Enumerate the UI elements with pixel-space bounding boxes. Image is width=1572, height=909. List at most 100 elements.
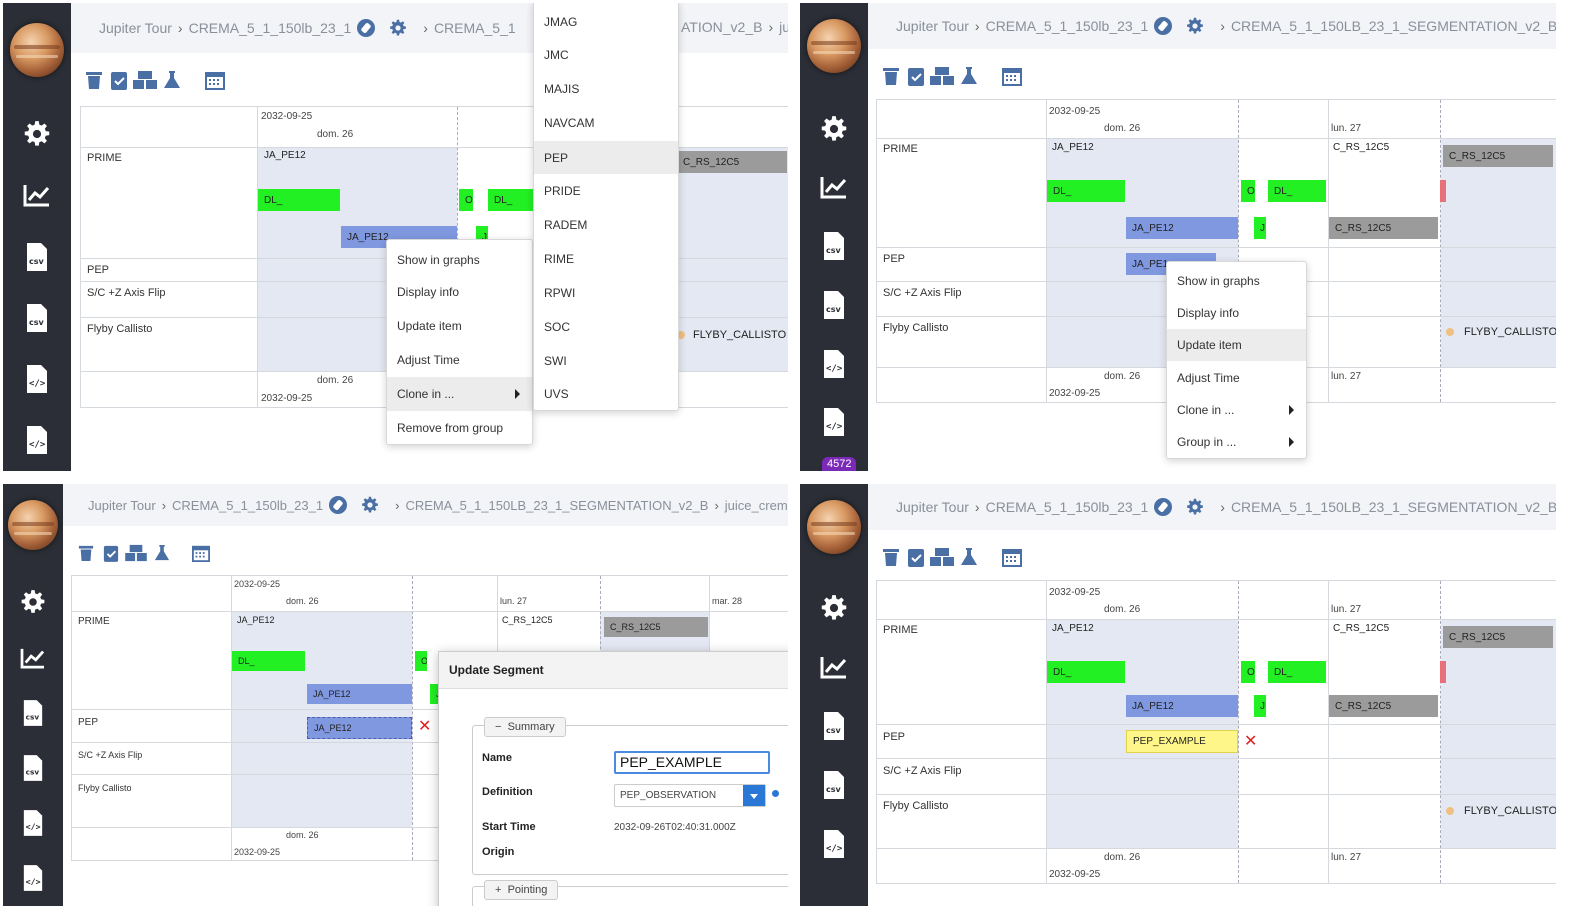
jupiter-logo[interactable] — [8, 500, 58, 550]
close-icon[interactable]: ✕ — [1244, 734, 1257, 750]
submenu-item-rpwi[interactable]: RPWI — [534, 277, 678, 309]
submenu-item-majis[interactable]: MAJIS — [534, 73, 678, 105]
clipboard-check-icon[interactable] — [905, 546, 926, 568]
menu-update-item[interactable]: Update item — [1167, 329, 1306, 361]
csv-icon[interactable]: csv — [818, 710, 850, 742]
calendar-icon[interactable] — [1001, 546, 1022, 568]
notification-badge[interactable]: 4572 — [822, 457, 857, 471]
segment-flyby[interactable]: FLYBY_CALLISTO — [1464, 805, 1556, 817]
code-file-icon[interactable]: </> — [818, 406, 850, 438]
flask-icon[interactable] — [958, 546, 979, 568]
menu-clone-in[interactable]: Clone in ... — [387, 377, 532, 411]
breadcrumb-segmentation[interactable]: CREMA_5_1 — [434, 20, 516, 36]
menu-show-in-graphs[interactable]: Show in graphs — [1167, 265, 1306, 297]
csv-icon[interactable]: csv — [17, 697, 49, 729]
csv-icon[interactable]: csv — [21, 302, 53, 334]
segment-dl[interactable]: DL_ — [1268, 661, 1326, 683]
csv-icon[interactable]: csv — [21, 241, 53, 273]
segment-o[interactable]: O — [459, 189, 473, 211]
segment-c-rs[interactable]: C_RS_12C5 — [1443, 626, 1553, 648]
boxes-icon[interactable] — [133, 69, 157, 91]
segment-o[interactable]: O — [415, 651, 427, 671]
flask-icon[interactable] — [161, 69, 182, 91]
definition-select[interactable]: PEP_OBSERVATION — [614, 784, 766, 807]
submenu-item-radem[interactable]: RADEM — [534, 209, 678, 241]
segment-dl[interactable]: DL_ — [258, 189, 340, 211]
calendar-icon[interactable] — [1001, 65, 1022, 87]
menu-show-in-graphs[interactable]: Show in graphs — [387, 244, 532, 276]
name-input[interactable]: PEP_EXAMPLE — [614, 751, 770, 774]
segment-c-rs[interactable]: C_RS_12C5 — [604, 617, 708, 637]
breadcrumb-root[interactable]: Jupiter Tour — [99, 20, 172, 36]
code-file-icon[interactable]: </> — [21, 363, 53, 395]
gear-icon[interactable] — [17, 586, 49, 618]
gear-icon[interactable] — [1186, 17, 1204, 38]
menu-clone-in[interactable]: Clone in ... — [1167, 394, 1306, 426]
csv-icon[interactable]: csv — [17, 752, 49, 784]
jupiter-logo[interactable] — [807, 19, 861, 73]
menu-adjust-time[interactable]: Adjust Time — [1167, 362, 1306, 394]
flask-icon[interactable] — [958, 65, 979, 87]
segment-ja-pe12[interactable]: JA_PE12 — [1126, 695, 1238, 717]
submenu-item-uvs[interactable]: UVS — [534, 379, 678, 409]
flask-icon[interactable] — [151, 542, 172, 564]
compass-icon[interactable] — [1154, 17, 1173, 35]
breadcrumb-segmentation[interactable]: CREMA_5_1_150LB_23_1_SEGMENTATION_v2_B — [1231, 499, 1556, 515]
segment-dl[interactable]: DL_ — [1047, 180, 1125, 202]
csv-icon[interactable]: csv — [818, 769, 850, 801]
code-file-icon[interactable]: </> — [21, 424, 53, 456]
gear-icon[interactable] — [361, 496, 379, 517]
summary-toggle[interactable]: − Summary — [484, 717, 566, 737]
breadcrumb-root[interactable]: Jupiter Tour — [896, 18, 969, 34]
breadcrumb-scenario[interactable]: CREMA_5_1_150lb_23_1 — [189, 20, 352, 36]
clipboard-check-icon[interactable] — [905, 65, 926, 87]
breadcrumb-segmentation[interactable]: CREMA_5_1_150LB_23_1_SEGMENTATION_v2_B — [405, 498, 708, 513]
menu-adjust-time[interactable]: Adjust Time — [387, 344, 532, 376]
jupiter-logo[interactable] — [10, 23, 64, 77]
submenu-item-pride[interactable]: PRIDE — [534, 175, 678, 207]
segment-pep-example[interactable]: PEP_EXAMPLE — [1126, 730, 1238, 753]
boxes-icon[interactable] — [930, 546, 954, 568]
code-file-icon[interactable]: </> — [818, 348, 850, 380]
boxes-icon[interactable] — [930, 65, 954, 87]
breadcrumb-segmentation-tail[interactable]: ATION_v2_B — [681, 19, 762, 35]
segment-dl[interactable]: DL_ — [232, 651, 305, 671]
breadcrumb-root[interactable]: Jupiter Tour — [88, 498, 156, 513]
segment-j[interactable]: J — [1254, 217, 1266, 239]
segment-dl[interactable]: DL_ — [1047, 661, 1125, 683]
breadcrumb-segmentation[interactable]: CREMA_5_1_150LB_23_1_SEGMENTATION_v2_B — [1231, 18, 1556, 34]
submenu-item-jmag[interactable]: JMAG — [534, 6, 678, 38]
compass-icon[interactable] — [329, 496, 348, 514]
gear-icon[interactable] — [389, 19, 407, 40]
segment-o[interactable]: O — [1241, 661, 1255, 683]
submenu-item-pep[interactable]: PEP — [534, 141, 678, 174]
segment-ja-pe12-selected[interactable]: JA_PE12 — [307, 717, 412, 739]
chart-icon[interactable] — [818, 651, 850, 683]
breadcrumb-next[interactable]: ju — [779, 19, 788, 35]
code-file-icon[interactable]: </> — [17, 807, 49, 839]
segment-j[interactable]: J — [1254, 695, 1266, 717]
clipboard-check-icon[interactable] — [100, 542, 121, 564]
chart-icon[interactable] — [17, 642, 49, 674]
segment-ja-pe12[interactable]: JA_PE12 — [1126, 217, 1238, 239]
trash-icon[interactable] — [75, 542, 96, 564]
close-icon[interactable]: ✕ — [418, 719, 431, 735]
compass-icon[interactable] — [357, 19, 376, 37]
code-file-icon[interactable]: </> — [818, 828, 850, 860]
segment-o[interactable]: O — [1241, 180, 1255, 202]
breadcrumb-scenario[interactable]: CREMA_5_1_150lb_23_1 — [986, 18, 1149, 34]
jupiter-logo[interactable] — [807, 500, 861, 554]
submenu-item-soc[interactable]: SOC — [534, 311, 678, 343]
boxes-icon[interactable] — [125, 542, 147, 564]
gear-icon[interactable] — [818, 113, 850, 145]
menu-update-item[interactable]: Update item — [387, 310, 532, 342]
menu-display-info[interactable]: Display info — [1167, 297, 1306, 329]
segment-c-rs[interactable]: C_RS_12C5 — [1443, 145, 1553, 167]
menu-display-info[interactable]: Display info — [387, 276, 532, 308]
submenu-item-jmc[interactable]: JMC — [534, 39, 678, 71]
submenu-item-navcam[interactable]: NAVCAM — [534, 107, 678, 139]
csv-icon[interactable]: csv — [818, 289, 850, 321]
breadcrumb-scenario[interactable]: CREMA_5_1_150lb_23_1 — [986, 499, 1149, 515]
segment-dl[interactable]: DL_ — [1268, 180, 1326, 202]
compass-icon[interactable] — [1154, 498, 1173, 516]
